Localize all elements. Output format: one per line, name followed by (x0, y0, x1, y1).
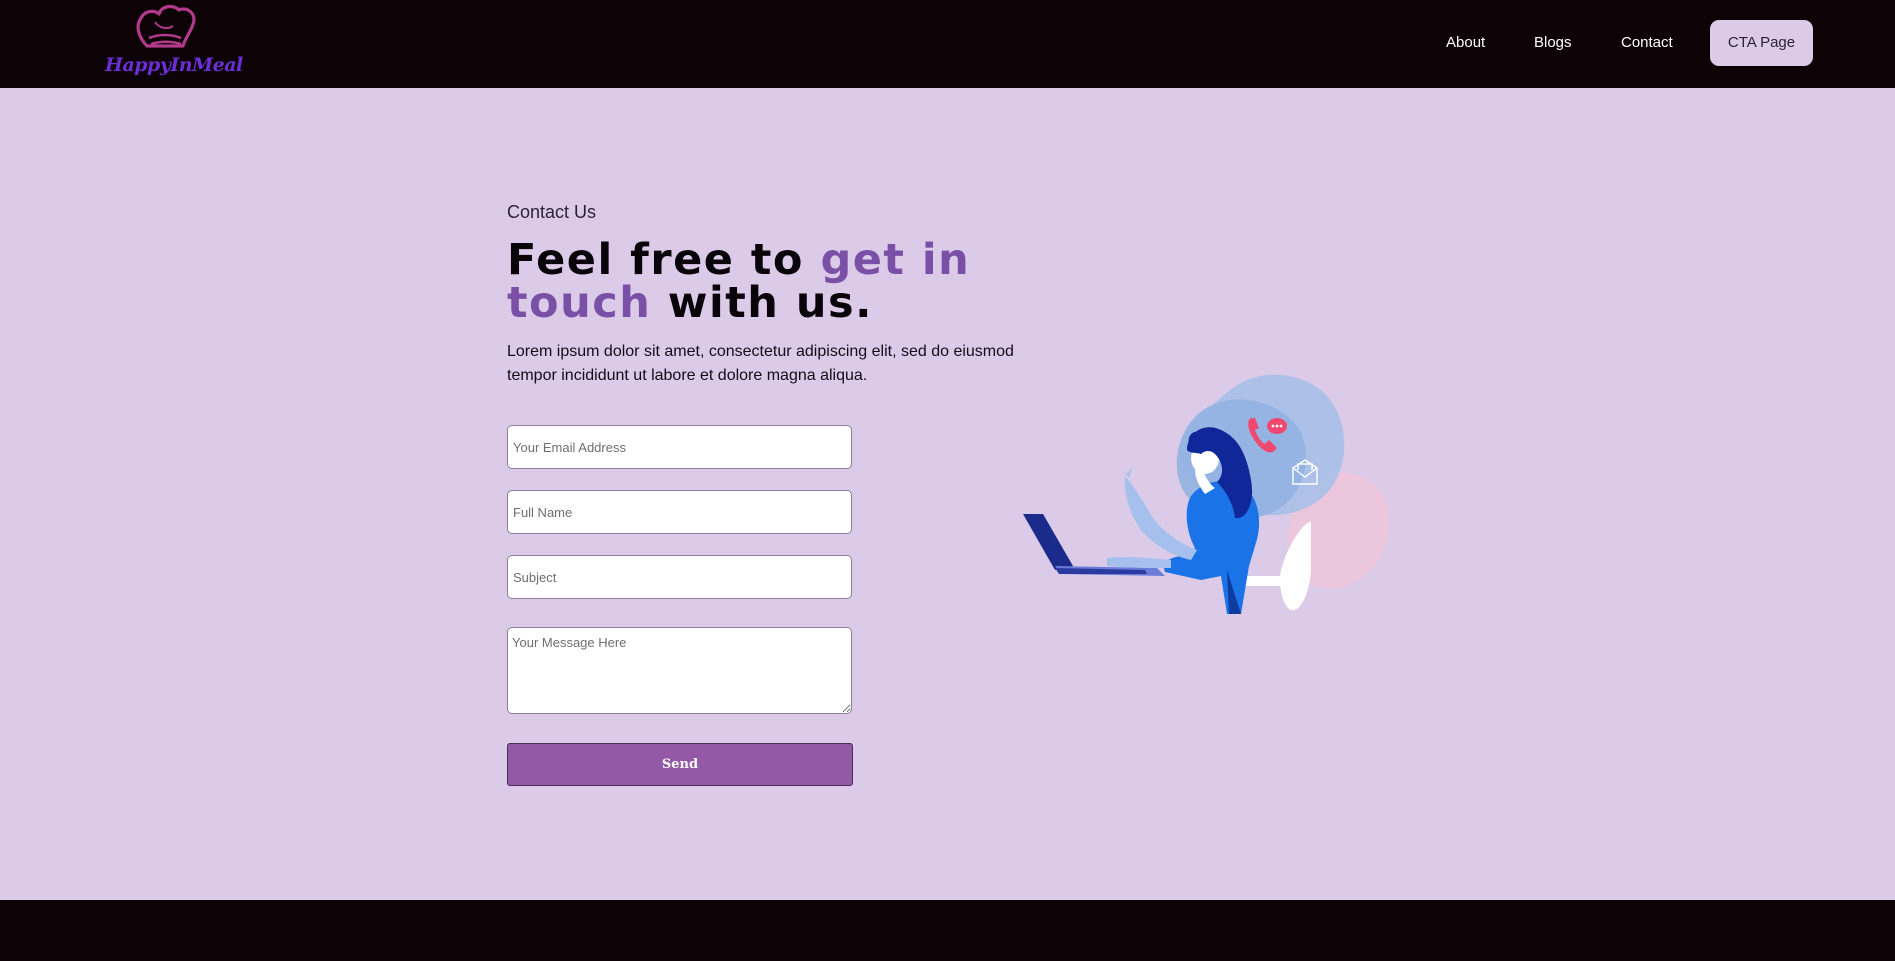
page-footer (0, 900, 1895, 961)
top-navbar: HappyInMeal About Blogs Contact CTA Page (0, 0, 1895, 88)
subject-field[interactable] (507, 555, 852, 599)
brand-logo[interactable]: HappyInMeal (103, 2, 243, 82)
message-field[interactable] (507, 627, 852, 714)
email-field[interactable] (507, 425, 852, 469)
nav-link-blogs[interactable]: Blogs (1534, 34, 1572, 51)
nav-link-about[interactable]: About (1446, 34, 1485, 51)
brand-name: HappyInMeal (105, 54, 243, 76)
cta-page-button[interactable]: CTA Page (1710, 20, 1813, 66)
nav-link-contact[interactable]: Contact (1621, 34, 1673, 51)
lead-paragraph: Lorem ipsum dolor sit amet, consectetur … (507, 343, 1014, 384)
chef-hat-icon (136, 4, 196, 48)
page-headline: Feel free to get in touch with us. (507, 239, 1027, 325)
full-name-field[interactable] (507, 490, 852, 534)
woman-with-laptop-illustration (1023, 374, 1390, 614)
send-button[interactable]: Send (507, 743, 853, 786)
section-eyebrow: Contact Us (507, 202, 597, 222)
headline-part-2: with us. (651, 278, 873, 328)
